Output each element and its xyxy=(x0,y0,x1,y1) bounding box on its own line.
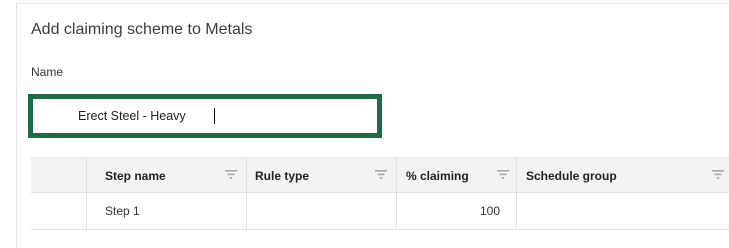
column-header-rule-type[interactable]: Rule type xyxy=(247,158,397,192)
name-field[interactable] xyxy=(28,94,382,138)
column-header-claiming[interactable]: % claiming xyxy=(397,158,517,192)
filter-icon[interactable] xyxy=(225,170,237,179)
name-input[interactable] xyxy=(78,99,368,133)
filter-icon[interactable] xyxy=(712,170,724,179)
column-header-label: Step name xyxy=(105,169,166,183)
header-select-column xyxy=(31,158,87,192)
column-header-schedule-group[interactable]: Schedule group xyxy=(517,158,729,192)
cell-rule-type[interactable] xyxy=(247,193,397,229)
column-header-label: Rule type xyxy=(255,169,310,183)
cell-schedule-group[interactable] xyxy=(517,193,729,229)
filter-icon[interactable] xyxy=(497,170,509,179)
text-caret xyxy=(214,108,215,124)
cell-text: Step 1 xyxy=(105,204,140,218)
row-select-cell[interactable] xyxy=(31,193,87,229)
dialog-title: Add claiming scheme to Metals xyxy=(31,21,253,38)
filter-icon[interactable] xyxy=(375,170,387,179)
column-header-label: % claiming xyxy=(406,169,469,183)
column-header-label: Schedule group xyxy=(526,169,617,183)
name-label: Name xyxy=(31,65,64,79)
cell-step-name[interactable]: Step 1 xyxy=(87,193,247,229)
steps-grid: Step name Rule type % claiming Schedule … xyxy=(31,157,729,233)
cell-text: 100 xyxy=(479,204,500,218)
cell-claiming[interactable]: 100 xyxy=(397,193,517,229)
column-header-step-name[interactable]: Step name xyxy=(87,158,247,192)
claiming-scheme-dialog: Add claiming scheme to Metals Name Step … xyxy=(16,3,729,248)
grid-header: Step name Rule type % claiming Schedule … xyxy=(31,158,729,193)
table-row[interactable]: Step 1 100 xyxy=(31,193,729,230)
